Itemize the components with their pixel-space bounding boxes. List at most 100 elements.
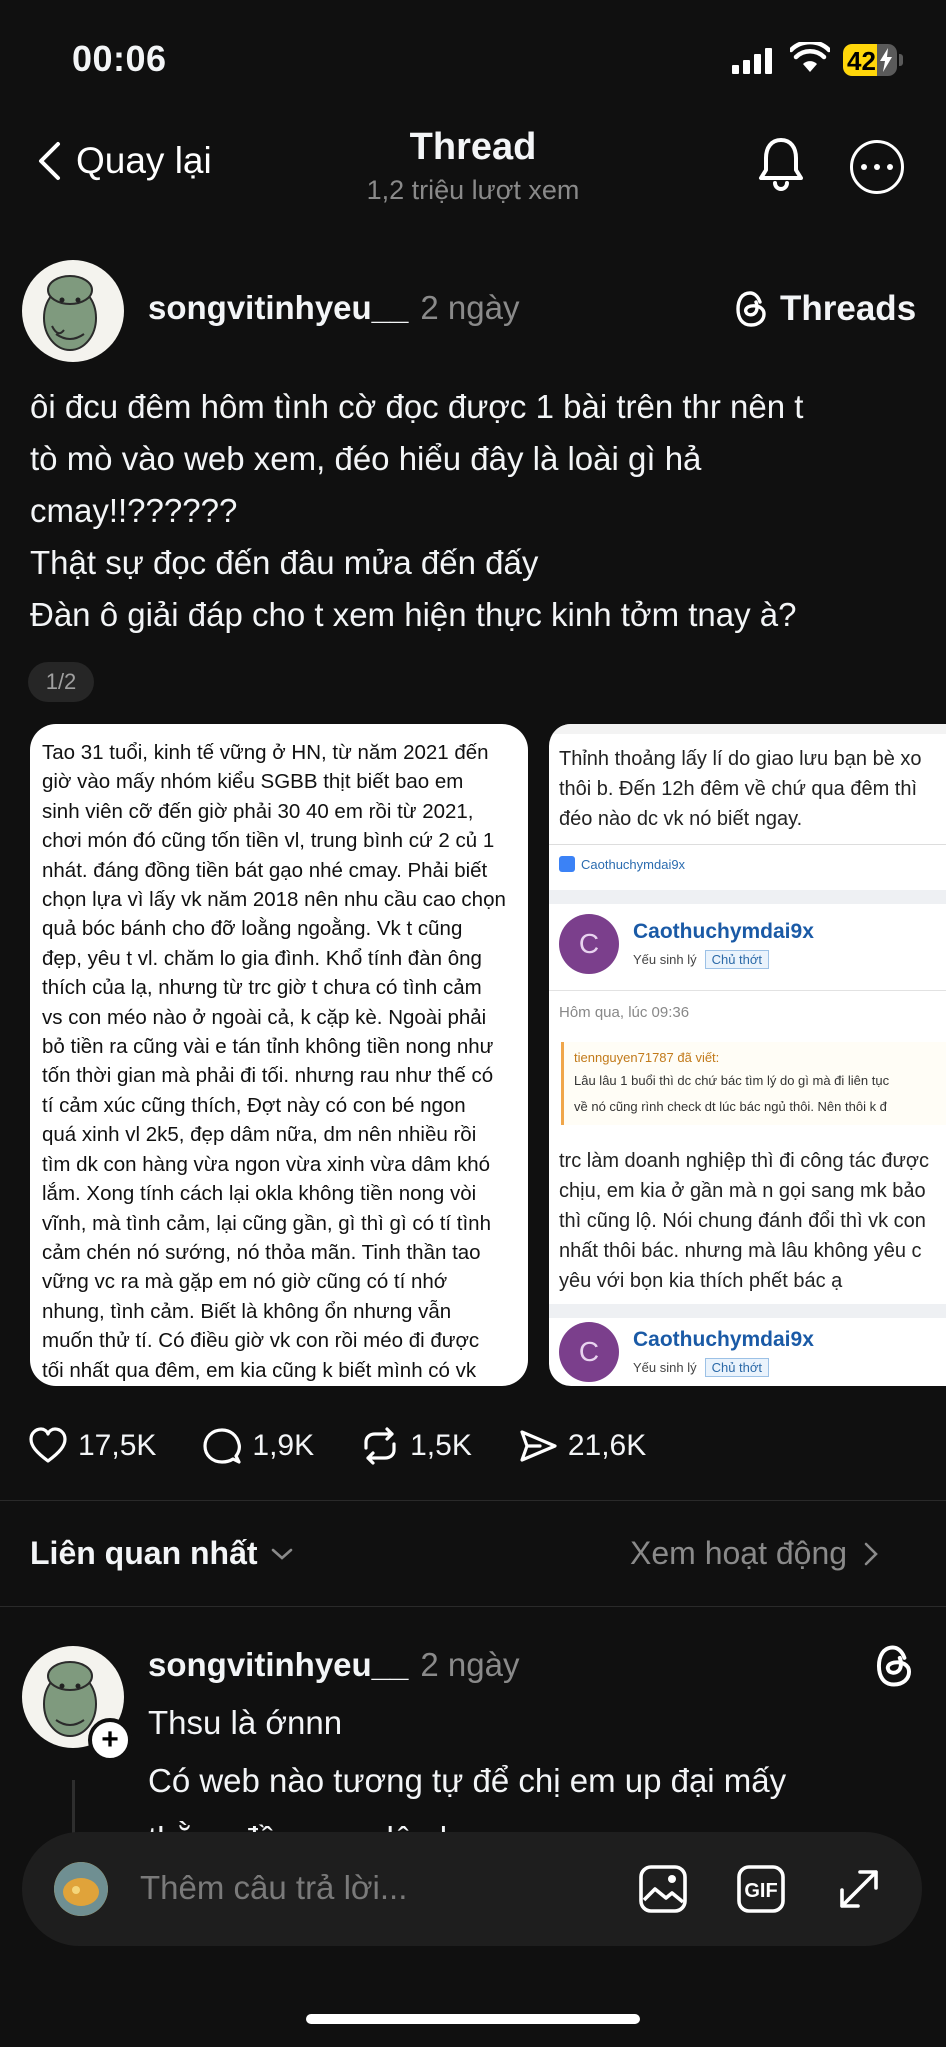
repost-icon [364, 1427, 396, 1465]
image-1-line: chọn lựa vì lấy vk năm 2018 nên nhu cầu … [42, 888, 506, 912]
post-line: Thật sự đọc đến đâu mửa đến đấy [30, 544, 539, 581]
expand-icon[interactable] [832, 1862, 886, 1916]
image-2-line: yêu với bọn kia thích phết bác ạ [559, 1270, 843, 1292]
comment-icon [203, 1428, 242, 1464]
poster-role: Yếu sinh lý [633, 1359, 697, 1375]
like-user: Caothuchymdai9x [581, 856, 686, 872]
avatar[interactable] [22, 260, 124, 362]
image-1-line: lắm. Xong tính cách lại okla không tiền … [42, 1182, 477, 1206]
image-1-line: tối nhất qua đêm, em kia cũng k biết mìn… [42, 1358, 477, 1382]
share-count: 21,6K [567, 1429, 647, 1462]
threads-logo-icon [736, 291, 766, 327]
quote-header: tiennguyen71787 đã viết: [574, 1050, 720, 1065]
image-1-line: giờ vào mấy nhóm kiểu SGBB thịt biết bao… [42, 770, 464, 794]
post-image-2[interactable]: Thỉnh thoảng lấy lí do giao lưu bạn bè x… [549, 724, 946, 1386]
poster-avatar: C [559, 1322, 619, 1382]
repost-count: 1,5K [410, 1429, 472, 1462]
signal-icon [732, 48, 774, 74]
image-2-line: đéo nào dc vk nó biết ngay. [559, 808, 803, 830]
comment-button[interactable]: 1,9K [202, 1426, 314, 1466]
poster-role: Yếu sinh lý [633, 951, 697, 967]
image-1-line: nhát. đáng đồng tiền bát gạo nhé cmay. P… [42, 858, 488, 882]
image-1-line: chơi món đó cũng tốn tiền vl, trung bình… [42, 829, 495, 853]
username[interactable]: songvitinhyeu__ [148, 289, 408, 326]
divider [0, 1606, 946, 1607]
post-author[interactable]: songvitinhyeu__ 2 ngày [148, 289, 519, 327]
image-icon[interactable] [636, 1862, 690, 1916]
post-actions: 17,5K 1,9K 1,5K 21,6K [28, 1426, 692, 1466]
comment-count: 1,9K [252, 1429, 315, 1462]
threads-app-badge[interactable]: Threads [734, 289, 916, 329]
avatar-illustration [43, 275, 97, 351]
post-image-1[interactable]: Tao 31 tuổi, kinh tế vững ở HN, từ năm 2… [30, 724, 528, 1386]
image-2-top-strip [549, 724, 946, 734]
poster-name: Caothuchymdai9x [633, 919, 814, 943]
like-thumb-icon [559, 856, 575, 872]
image-2-body: trc làm doanh nghiệp thì đi công tác đượ… [549, 1146, 946, 1296]
battery-level: 42 [847, 46, 876, 76]
image-1-line: tìm dk con hàng vừa ngon vừa xinh vừa dâ… [42, 1152, 490, 1176]
quote-line: về nó cũng rình check dt lúc bác ngủ thô… [574, 1099, 887, 1114]
battery-cap [899, 54, 903, 66]
image-1-line: đẹp, yêu t vl. chăm lo gia đình. Khổ tín… [42, 946, 482, 970]
poster-tag: Chủ thớt [704, 1357, 770, 1377]
battery-icon: 42 [843, 44, 897, 76]
threads-logo-icon[interactable] [874, 1644, 914, 1688]
reply-author[interactable]: songvitinhyeu__ 2 ngày [148, 1646, 519, 1684]
image-2-line: thôi b. Đến 12h đêm về chứ qua đêm thì [559, 778, 918, 800]
image-1-line: Tao 31 tuổi, kinh tế vững ở HN, từ năm 2… [42, 741, 489, 764]
gif-icon[interactable]: GIF [734, 1862, 788, 1916]
username[interactable]: songvitinhyeu__ [148, 1646, 408, 1683]
image-2-divider [549, 844, 946, 845]
follow-plus-button[interactable]: + [88, 1718, 132, 1762]
sort-label: Liên quan nhất [30, 1535, 258, 1571]
more-dot [861, 164, 867, 170]
my-avatar [54, 1862, 108, 1916]
image-1-line: cảm chén nó sướng, nó thỏa mãn. Tinh thầ… [42, 1240, 481, 1264]
view-activity-link[interactable]: Xem hoạt động [630, 1535, 879, 1572]
image-2-poster-2: C Caothuchymdai9x Yếu sinh lý Chủ thớt [549, 1322, 946, 1382]
reply-time: 2 ngày [420, 1646, 520, 1683]
post-date: Hôm qua, lúc 09:36 [559, 1004, 690, 1021]
post-line: cmay!!?????? [30, 492, 238, 529]
image-2-gap [549, 890, 946, 904]
poster-tag: Chủ thớt [704, 949, 770, 969]
image-1-line: vững vc ra mà gặp em nó giờ cũng có tí n… [42, 1270, 448, 1294]
image-2-line: thì cũng lộ. Nói chung đánh đổi thì vk c… [559, 1210, 926, 1232]
image-1-line: bỏ tiền ra cũng vài e tán tỉnh không tiề… [42, 1035, 494, 1059]
repost-button[interactable]: 1,5K [360, 1426, 472, 1466]
wifi-icon [790, 42, 830, 72]
image-1-line: vĩnh, mà tình cảm, lại cũng gần, gì thì … [42, 1211, 491, 1235]
poster-name: Caothuchymdai9x [633, 1327, 814, 1351]
more-dot [887, 164, 893, 170]
share-button[interactable]: 21,6K [518, 1426, 646, 1466]
post-time: 2 ngày [420, 289, 520, 326]
post-line: tò mò vào web xem, đéo hiểu đây là loài … [30, 440, 702, 477]
like-button[interactable]: 17,5K [28, 1426, 156, 1466]
image-2-line: trc làm doanh nghiệp thì đi công tác đượ… [559, 1150, 930, 1172]
image-2-quote-wrap: tiennguyen71787 đã viết: Lâu lâu 1 buổi … [549, 1042, 946, 1125]
activity-label: Xem hoạt động [630, 1535, 848, 1571]
image-2-divider [549, 990, 946, 991]
image-2-poster: C Caothuchymdai9x Yếu sinh lý Chủ thớt [549, 914, 946, 974]
image-2-gap [549, 1304, 946, 1318]
image-1-line: tí cảm xúc cũng thích, Đợt này có con bé… [42, 1093, 466, 1117]
reply-line: Thsu là ớnnn [148, 1704, 343, 1741]
chevron-right-icon [864, 1542, 878, 1565]
image-1-line: vs con méo nào ở ngoài cả, k cặp kè. Ngo… [42, 1005, 487, 1029]
post-line: Đàn ô giải đáp cho t xem hiện thực kinh … [30, 596, 797, 633]
post-body: ôi đcu đêm hôm tình cờ đọc được 1 bài tr… [30, 381, 920, 641]
chevron-down-icon [271, 1548, 292, 1560]
sort-dropdown[interactable]: Liên quan nhất [30, 1535, 294, 1572]
svg-text:GIF: GIF [744, 1880, 777, 1902]
image-1-line: muốn thử tí. Có điều giờ vk con rồi méo … [42, 1329, 480, 1353]
image-1-line: quá xinh vl 2k5, đẹp dâm nữa, dm nên nhi… [42, 1123, 477, 1147]
reply-input[interactable]: Thêm câu trả lời... [140, 1869, 407, 1907]
threads-label: Threads [780, 289, 917, 328]
divider [0, 1500, 946, 1501]
image-1-line: nhung, tình cảm. Biết là không ổn nhưng … [42, 1299, 452, 1323]
quote-line: Lâu lâu 1 buổi thì dc chứ bác tìm lý do … [574, 1073, 890, 1088]
image-2-line: chịu, em kia ở gần mà n gọi sang mk bảo [559, 1180, 926, 1202]
more-options-button[interactable] [850, 140, 904, 194]
bell-icon[interactable] [756, 136, 806, 192]
